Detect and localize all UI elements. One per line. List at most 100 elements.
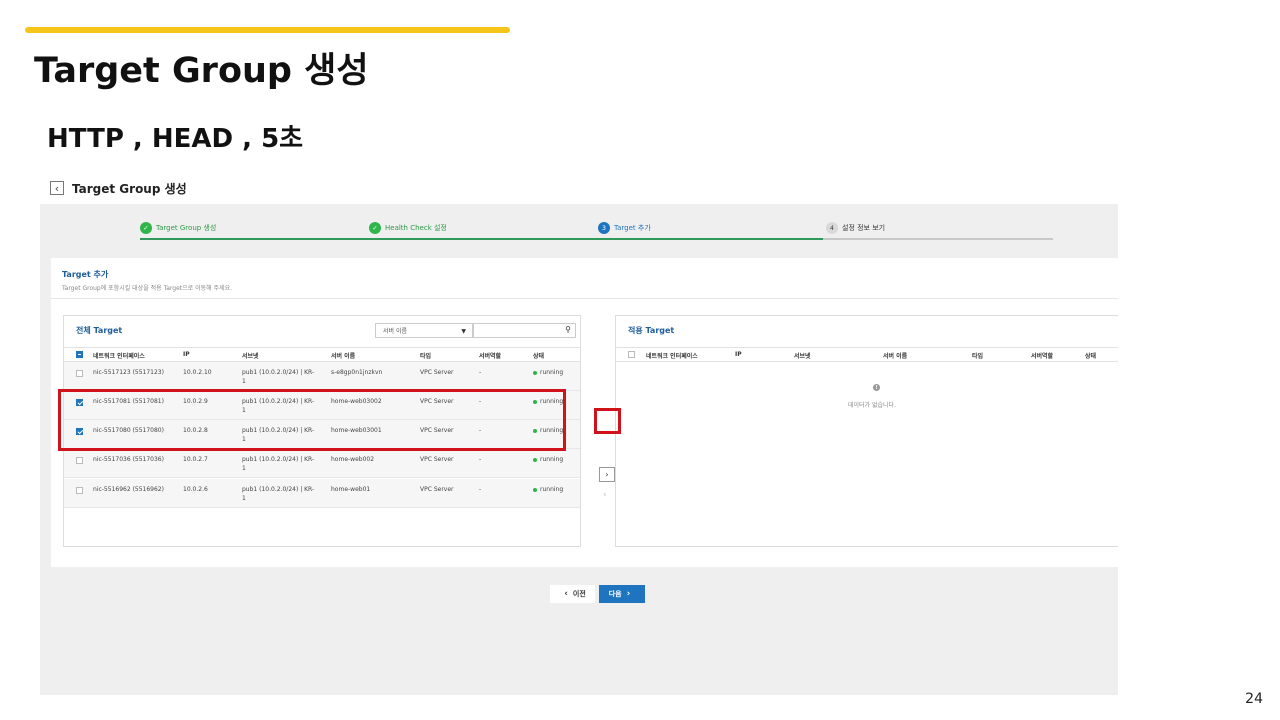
ip-cell: 10.0.2.6 — [183, 486, 208, 493]
step-1: ✓ Target Group 생성 — [140, 222, 216, 234]
chevron-left-icon: ‹ — [54, 181, 60, 195]
wizard-stepper: ✓ Target Group 생성 ✓ Health Check 설정 3 Ta… — [140, 222, 1053, 242]
server-name-cell: home-web03002 — [331, 398, 382, 405]
type-cell: VPC Server — [420, 427, 454, 434]
table-row[interactable]: nic-5517123 (5517123) 10.0.2.10 pub1 (10… — [64, 362, 580, 391]
status-dot-icon — [533, 487, 537, 492]
ip-cell: 10.0.2.8 — [183, 427, 208, 434]
column-header: 서버 이름 — [883, 353, 908, 360]
row-checkbox[interactable] — [76, 487, 83, 494]
check-icon: ✓ — [140, 222, 152, 234]
check-icon: ✓ — [369, 222, 381, 234]
row-checkbox[interactable] — [76, 399, 83, 406]
console-screenshot: ✓ Target Group 생성 ✓ Health Check 설정 3 Ta… — [40, 204, 1118, 695]
chevron-right-icon: › — [605, 469, 609, 479]
page-header: ‹ Target Group 생성 — [50, 180, 187, 196]
search-icon[interactable]: ⚲ — [565, 326, 571, 334]
column-header: 상태 — [1085, 353, 1097, 360]
step-2: ✓ Health Check 설정 — [369, 222, 447, 234]
back-button[interactable]: ‹ — [50, 181, 64, 195]
status-cell: running — [533, 397, 563, 406]
column-header: 상태 — [533, 353, 545, 360]
role-cell: - — [479, 398, 482, 405]
column-header: 서브넷 — [242, 353, 259, 360]
select-all-checkbox[interactable] — [628, 351, 635, 358]
server-name-cell: home-web01 — [331, 486, 371, 493]
slide-subtitle: HTTP , HEAD , 5초 — [47, 124, 304, 154]
server-name-cell: home-web03001 — [331, 427, 382, 434]
table-row[interactable]: nic-5516962 (5516962) 10.0.2.6 pub1 (10.… — [64, 479, 580, 508]
nic-cell: nic-5517123 (5517123) — [93, 369, 164, 376]
status-cell: running — [533, 426, 563, 435]
type-cell: VPC Server — [420, 369, 454, 376]
role-cell: - — [479, 486, 482, 493]
column-header: 서버역할 — [1031, 353, 1054, 360]
caret-down-icon: ▼ — [461, 328, 466, 335]
server-name-cell: home-web002 — [331, 456, 375, 463]
table-header: 네트워크 인터페이스 IP 서브넷 서버 이름 타입 서버역할 상태 — [64, 347, 580, 362]
role-cell: - — [479, 427, 482, 434]
select-all-checkbox[interactable] — [76, 351, 83, 358]
all-target-box: 전체 Target 서버 이름 ▼ ⚲ 네트워크 인터페이스 IP 서브넷 서버… — [63, 315, 581, 547]
ip-cell: 10.0.2.10 — [183, 369, 212, 376]
status-dot-icon — [533, 399, 537, 404]
step-4: 4 설정 정보 보기 — [826, 222, 885, 234]
column-header: 서버 이름 — [331, 353, 356, 360]
column-header: 서브넷 — [794, 353, 811, 360]
empty-state-text: 데이터가 없습니다. — [848, 402, 896, 409]
chevron-left-icon: ‹ — [564, 589, 568, 599]
status-cell: running — [533, 455, 563, 464]
column-header: IP — [735, 351, 742, 358]
panel-description: Target Group에 포함시킬 대상을 적용 Target으로 이동해 주… — [62, 285, 233, 292]
next-button[interactable]: 다음 › — [599, 585, 645, 603]
applied-target-box: 적용 Target 네트워크 인터페이스 IP 서브넷 서버 이름 타입 서버역… — [615, 315, 1118, 547]
applied-target-title: 적용 Target — [628, 326, 675, 335]
row-checkbox[interactable] — [76, 457, 83, 464]
type-cell: VPC Server — [420, 398, 454, 405]
role-cell: - — [479, 369, 482, 376]
subnet-cell: pub1 (10.0.2.0/24) | KR- 1 — [242, 427, 315, 443]
status-dot-icon — [533, 428, 537, 433]
column-header: 서버역할 — [479, 353, 502, 360]
column-header: 네트워크 인터페이스 — [646, 353, 698, 360]
table-row[interactable]: nic-5517081 (5517081) 10.0.2.9 pub1 (10.… — [64, 391, 580, 420]
nic-cell: nic-5517080 (5517080) — [93, 427, 164, 434]
nic-cell: nic-5517081 (5517081) — [93, 398, 164, 405]
subnet-cell: pub1 (10.0.2.0/24) | KR- 1 — [242, 369, 315, 385]
search-field-select[interactable]: 서버 이름 ▼ — [375, 323, 473, 338]
move-to-applied-button[interactable]: › — [599, 467, 615, 482]
target-add-panel: Target 추가 Target Group에 포함시킬 대상을 적용 Targ… — [51, 258, 1118, 567]
step-3: 3 Target 추가 — [598, 222, 651, 234]
info-icon: ! — [873, 384, 880, 391]
subnet-cell: pub1 (10.0.2.0/24) | KR- 1 — [242, 456, 315, 472]
column-header: IP — [183, 351, 190, 358]
status-cell: running — [533, 485, 563, 494]
ip-cell: 10.0.2.9 — [183, 398, 208, 405]
column-header: 네트워크 인터페이스 — [93, 353, 145, 360]
nic-cell: nic-5517036 (5517036) — [93, 456, 164, 463]
stepper-progress-line — [140, 238, 823, 240]
stepper-remaining-line — [823, 238, 1053, 240]
type-cell: VPC Server — [420, 486, 454, 493]
type-cell: VPC Server — [420, 456, 454, 463]
panel-title: Target 추가 — [62, 270, 109, 279]
all-target-title: 전체 Target — [76, 326, 123, 335]
row-checkbox[interactable] — [76, 428, 83, 435]
title-accent-bar — [25, 27, 510, 33]
column-header: 타입 — [972, 353, 984, 360]
subnet-cell: pub1 (10.0.2.0/24) | KR- 1 — [242, 398, 315, 414]
table-header: 네트워크 인터페이스 IP 서브넷 서버 이름 타입 서버역할 상태 — [616, 347, 1118, 362]
nic-cell: nic-5516962 (5516962) — [93, 486, 164, 493]
status-dot-icon — [533, 370, 537, 375]
search-input[interactable]: ⚲ — [473, 323, 576, 338]
subnet-cell: pub1 (10.0.2.0/24) | KR- 1 — [242, 486, 315, 502]
status-cell: running — [533, 368, 563, 377]
table-row[interactable]: nic-5517036 (5517036) 10.0.2.7 pub1 (10.… — [64, 449, 580, 478]
page-title: Target Group 생성 — [72, 181, 187, 196]
row-checkbox[interactable] — [76, 370, 83, 377]
chevron-left-icon[interactable]: ‹ — [603, 491, 607, 500]
prev-button[interactable]: ‹ 이전 — [550, 585, 595, 603]
table-row[interactable]: nic-5517080 (5517080) 10.0.2.8 pub1 (10.… — [64, 420, 580, 449]
divider — [51, 298, 1118, 299]
ip-cell: 10.0.2.7 — [183, 456, 208, 463]
